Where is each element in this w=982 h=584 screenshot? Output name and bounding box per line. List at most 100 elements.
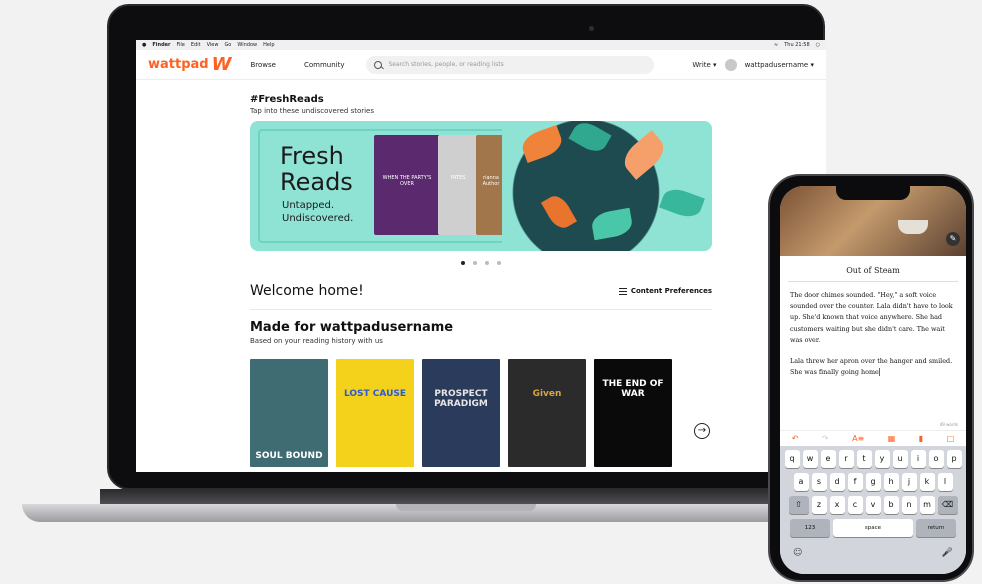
menu-finder[interactable]: Finder (152, 42, 170, 48)
keyboard-row-4: 123 space return (783, 519, 963, 537)
key-j[interactable]: j (901, 473, 917, 491)
story-editor[interactable]: The door chimes sounded. "Hey," a soft v… (780, 282, 966, 378)
key-n[interactable]: n (901, 496, 917, 514)
text-format-icon[interactable]: A≡ (852, 434, 864, 443)
numbers-key[interactable]: 123 (790, 519, 830, 537)
menu-window[interactable]: Window (237, 42, 257, 48)
key-t[interactable]: t (856, 450, 872, 468)
banner-headline-line2: Reads (280, 168, 353, 196)
spotlight-icon[interactable]: ○ (816, 42, 820, 48)
clock[interactable]: Thu 21:58 (784, 42, 809, 48)
fresh-reads-banner[interactable]: Fresh Reads Untapped. Undiscovered. WHEN… (250, 121, 712, 251)
space-key[interactable]: space (833, 519, 913, 537)
book-cover[interactable]: THE END OF WAR (594, 359, 672, 467)
story-paragraph-2-text: Lala threw her apron over the hanger and… (790, 357, 953, 377)
phone: ✎ Out of Steam The door chimes sounded. … (768, 174, 974, 582)
key-f[interactable]: f (847, 473, 863, 491)
return-key[interactable]: return (916, 519, 956, 537)
menu-view[interactable]: View (207, 42, 219, 48)
edit-icon[interactable]: ✎ (946, 232, 960, 246)
book-row: SOUL BOUND LOST CAUSE PROSPECT PARADIGM Giv… (250, 359, 712, 467)
banner-cover-title: WHEN THE PARTY'S OVER (382, 175, 432, 187)
key-u[interactable]: u (892, 450, 908, 468)
video-icon[interactable]: ▮ (919, 434, 923, 443)
laptop-screen: ● Finder File Edit View Go Window Help ≈… (136, 40, 826, 472)
redo-icon[interactable]: ↷ (822, 434, 829, 443)
carousel-dots (250, 261, 712, 265)
undo-icon[interactable]: ↶ (792, 434, 799, 443)
made-for-title: Made for wattpadusername (250, 320, 454, 335)
book-cover-title: Given (532, 389, 562, 399)
menu-help[interactable]: Help (263, 42, 274, 48)
carousel-dot[interactable] (485, 261, 489, 265)
book-cover[interactable]: PROSPECT PARADIGM (422, 359, 500, 467)
shift-key[interactable]: ⇧ (788, 496, 809, 514)
made-for-subtitle: Based on your reading history with us (250, 337, 383, 345)
key-w[interactable]: w (802, 450, 818, 468)
carousel-dot[interactable] (497, 261, 501, 265)
next-arrow-icon[interactable]: → (694, 423, 710, 439)
phone-notch (836, 186, 910, 200)
key-b[interactable]: b (883, 496, 899, 514)
backspace-key[interactable]: ⌫ (937, 496, 958, 514)
key-l[interactable]: l (937, 473, 953, 491)
book-cover[interactable]: Given (508, 359, 586, 467)
key-g[interactable]: g (865, 473, 881, 491)
book-cover[interactable]: LOST CAUSE (336, 359, 414, 467)
key-m[interactable]: m (919, 496, 935, 514)
story-title[interactable]: Out of Steam (788, 256, 958, 282)
key-c[interactable]: c (847, 496, 863, 514)
laptop-notch (396, 504, 536, 511)
comment-icon[interactable]: □ (947, 434, 955, 443)
key-a[interactable]: a (793, 473, 809, 491)
write-menu[interactable]: Write ▾ (692, 61, 716, 69)
content-preferences-button[interactable]: Content Preferences (618, 287, 712, 295)
banner-cover-fates[interactable]: FATES (438, 135, 478, 235)
carousel-dot[interactable] (461, 261, 465, 265)
menu-file[interactable]: File (177, 42, 185, 48)
image-icon[interactable]: ▦ (888, 434, 896, 443)
keyboard-row-1: qwertyuiop (783, 450, 963, 468)
book-cover[interactable]: SOUL BOUND (250, 359, 328, 467)
emoji-icon[interactable]: ☺ (793, 548, 802, 558)
story-paragraph-2: Lala threw her apron over the hanger and… (790, 356, 956, 378)
key-s[interactable]: s (811, 473, 827, 491)
key-d[interactable]: d (829, 473, 845, 491)
user-menu[interactable]: wattpadusername ▾ (745, 61, 814, 69)
microphone-icon[interactable]: 🎤 (942, 548, 953, 558)
nav-community[interactable]: Community (304, 61, 345, 69)
apple-icon[interactable]: ● (142, 42, 146, 48)
key-o[interactable]: o (928, 450, 944, 468)
search-input[interactable]: Search stories, people, or reading lists (366, 55, 655, 74)
key-k[interactable]: k (919, 473, 935, 491)
avatar[interactable] (724, 58, 737, 71)
wattpad-logo[interactable]: wattpad W (148, 54, 231, 75)
header-right: Write ▾ wattpadusername ▾ (692, 58, 814, 71)
menu-go[interactable]: Go (224, 42, 231, 48)
key-h[interactable]: h (883, 473, 899, 491)
banner-cover-when-the-party-s-over[interactable]: WHEN THE PARTY'S OVER (374, 135, 440, 235)
key-y[interactable]: y (874, 450, 890, 468)
key-i[interactable]: i (910, 450, 926, 468)
key-x[interactable]: x (829, 496, 845, 514)
book-cover-title: PROSPECT PARADIGM (434, 389, 488, 409)
laptop-camera (589, 26, 594, 31)
key-q[interactable]: q (784, 450, 800, 468)
book-cover-title: LOST CAUSE (343, 389, 407, 399)
key-r[interactable]: r (838, 450, 854, 468)
editor-toolbar: ↶ ↷ A≡ ▦ ▮ □ (780, 430, 966, 446)
key-z[interactable]: z (811, 496, 827, 514)
key-p[interactable]: p (946, 450, 962, 468)
key-v[interactable]: v (865, 496, 881, 514)
coffee-cup-shape (898, 220, 928, 234)
nav-browse[interactable]: Browse (250, 61, 276, 69)
keyboard-bottom: ☺ 🎤 (783, 542, 963, 558)
carousel-dot[interactable] (473, 261, 477, 265)
wifi-icon[interactable]: ≈ (774, 42, 778, 48)
banner-leaf-artwork (502, 121, 712, 251)
key-e[interactable]: e (820, 450, 836, 468)
leaf-shape (518, 124, 566, 164)
banner-headline-line1: Fresh (280, 142, 344, 170)
phone-screen: ✎ Out of Steam The door chimes sounded. … (780, 186, 966, 574)
menu-edit[interactable]: Edit (191, 42, 201, 48)
